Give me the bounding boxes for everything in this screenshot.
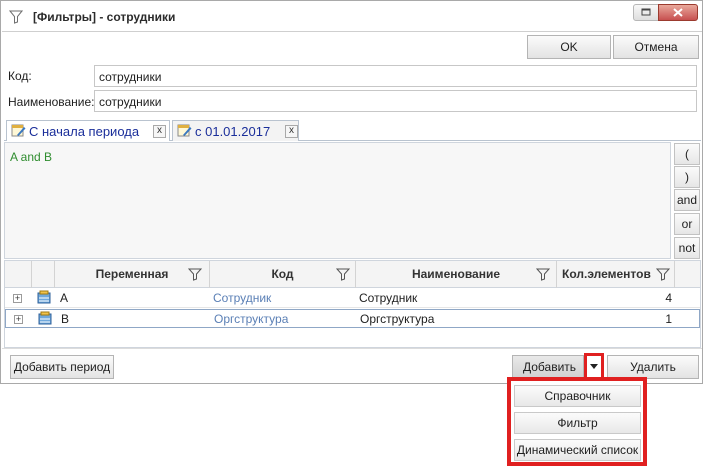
delete-button[interactable]: Удалить [607, 355, 699, 379]
column-header-name[interactable]: Наименование [356, 261, 557, 288]
restore-icon [641, 8, 651, 16]
close-icon [673, 8, 683, 17]
expand-icon[interactable]: + [13, 294, 22, 303]
variable-cell: A [60, 291, 69, 305]
open-paren-button[interactable]: ( [674, 143, 700, 165]
menu-item-dynamic-list[interactable]: Динамический список [514, 439, 641, 461]
and-button[interactable]: and [674, 189, 700, 211]
name-field[interactable]: сотрудники [94, 90, 697, 112]
calendar-edit-icon [177, 124, 192, 137]
column-header-variable[interactable]: Переменная [55, 261, 210, 288]
tab-close-button[interactable]: x [285, 125, 298, 138]
name-label: Наименование: [8, 95, 95, 109]
filter-dialog: [Фильтры] - сотрудники OK Отмена Код: со… [0, 0, 703, 384]
period-tabs: С начала периода x с 01.01.2017 x [4, 119, 701, 141]
filter-icon[interactable] [656, 267, 670, 281]
table-header: Переменная Код Наименование Кол.элементо… [5, 261, 700, 288]
restore-button[interactable] [633, 4, 659, 21]
column-title: Переменная [95, 267, 169, 281]
expander-column-header [5, 261, 32, 288]
filter-icon [9, 10, 23, 24]
menu-item-catalog[interactable]: Справочник [514, 385, 641, 407]
chevron-down-icon [590, 364, 598, 369]
add-button[interactable]: Добавить [512, 355, 584, 379]
code-label: Код: [8, 69, 32, 83]
or-button[interactable]: or [674, 213, 700, 235]
expression-editor[interactable]: A and B [4, 142, 671, 259]
filter-icon[interactable] [188, 267, 202, 281]
variable-cell: B [61, 312, 70, 326]
code-link[interactable]: Сотрудник [213, 289, 271, 307]
add-dropdown-menu: Справочник Фильтр Динамический список [507, 377, 647, 466]
column-header-code[interactable]: Код [210, 261, 356, 288]
name-cell: Оргструктура [360, 312, 435, 326]
count-cell: 4 [665, 291, 672, 305]
tab-from-period-start[interactable]: С начала периода x [6, 120, 170, 141]
code-field[interactable]: сотрудники [94, 65, 697, 87]
title-divider [2, 31, 702, 32]
catalog-icon [38, 311, 52, 325]
not-button[interactable]: not [674, 237, 700, 259]
ok-button[interactable]: OK [527, 35, 611, 59]
tab-close-button[interactable]: x [153, 125, 166, 138]
close-window-button[interactable] [658, 4, 698, 21]
tab-label: С начала периода [29, 124, 140, 139]
cancel-button[interactable]: Отмена [613, 35, 699, 59]
count-cell: 1 [665, 312, 672, 326]
calendar-edit-icon [11, 124, 26, 137]
close-paren-button[interactable]: ) [674, 166, 700, 188]
name-cell: Сотрудник [359, 291, 418, 305]
tab-label: с 01.01.2017 [195, 124, 271, 139]
column-title: Код [271, 267, 294, 281]
catalog-icon [37, 290, 51, 304]
tab-from-date[interactable]: с 01.01.2017 x [172, 120, 299, 141]
variables-table: Переменная Код Наименование Кол.элементо… [4, 260, 701, 348]
icon-column-header [32, 261, 55, 288]
expand-icon[interactable]: + [14, 315, 23, 324]
column-header-count[interactable]: Кол.элементов [557, 261, 675, 288]
filter-icon[interactable] [336, 267, 350, 281]
table-row[interactable]: + B Оргструктура Оргструктура 1 [5, 309, 700, 328]
add-period-button[interactable]: Добавить период [10, 355, 114, 379]
column-title: Кол.элементов [562, 267, 651, 281]
filter-icon[interactable] [536, 267, 550, 281]
window-title: [Фильтры] - сотрудники [33, 10, 176, 24]
menu-item-filter[interactable]: Фильтр [514, 412, 641, 434]
footer-divider [2, 348, 702, 349]
column-title: Наименование [411, 267, 501, 281]
title-bar: [Фильтры] - сотрудники [1, 1, 702, 31]
expression-text: A and B [10, 150, 53, 164]
code-link[interactable]: Оргструктура [214, 310, 288, 328]
table-row[interactable]: + A Сотрудник Сотрудник 4 [5, 289, 700, 308]
